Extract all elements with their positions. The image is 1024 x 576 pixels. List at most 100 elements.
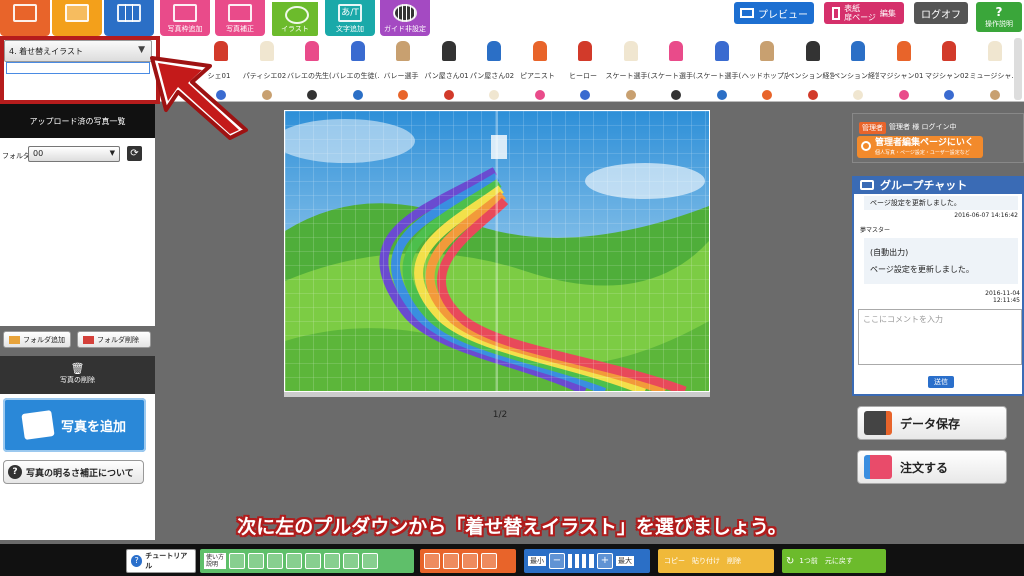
illustration-thumbnail xyxy=(944,90,954,100)
illustration-item[interactable]: マジシャン01 xyxy=(879,36,925,102)
phone-icon xyxy=(832,6,841,20)
delete-folder-button[interactable]: フォルダ削除 xyxy=(77,331,151,348)
illustration-item[interactable]: マジシャン02 xyxy=(924,36,970,102)
refresh-icon[interactable]: ⟳ xyxy=(127,146,142,161)
illustration-item[interactable]: パン屋さん01 xyxy=(424,36,470,102)
text-icon: あ/T xyxy=(338,4,362,22)
folder-add-icon xyxy=(9,335,20,344)
tutorial-button[interactable]: ? チュートリアル xyxy=(126,549,196,573)
illustration-thumbnail xyxy=(989,90,1000,100)
illustration-item[interactable]: ペンション経営… xyxy=(788,36,834,102)
align-center-icon[interactable] xyxy=(248,553,265,569)
tab-illustration[interactable]: イラスト xyxy=(270,0,320,38)
canvas-scrollbar[interactable] xyxy=(284,392,710,397)
tab-add-text[interactable]: あ/T 文字追加 xyxy=(325,0,375,36)
redo-button[interactable]: 元に戻す xyxy=(823,556,855,566)
category-dropdown[interactable]: 4. 着せ替えイラスト ▼ xyxy=(4,40,152,62)
page-indicator: 1/2 xyxy=(492,410,508,420)
illustration-name: マジシャン01 xyxy=(879,72,924,80)
help-button[interactable]: ? 操作説明 xyxy=(976,2,1022,32)
illustration-thumbnail xyxy=(396,41,410,61)
tab-guide-off[interactable]: ガイド非設定 xyxy=(380,0,430,36)
illustration-item[interactable]: ペンション経営… xyxy=(833,36,879,102)
illustration-name: スケート選手(… xyxy=(605,72,652,80)
tab-background[interactable] xyxy=(52,0,102,36)
illustration-item[interactable]: バレー選手 xyxy=(378,36,424,102)
illustration-item[interactable]: ミュージシャ… xyxy=(970,36,1016,102)
illustration-item[interactable]: ヒーロー xyxy=(560,36,606,102)
illustration-item[interactable]: パン屋さん02 xyxy=(469,36,515,102)
brightness-info-button[interactable]: ? 写真の明るさ補正について xyxy=(3,460,144,484)
palette-scrollbar[interactable] xyxy=(1014,38,1022,100)
forward-icon[interactable] xyxy=(443,553,459,569)
illustration-name: パン屋さん02 xyxy=(469,72,515,80)
delete-photo-button[interactable]: 🗑 写真の削除 xyxy=(0,356,155,394)
folder-select[interactable]: 00 ▼ xyxy=(28,146,120,162)
save-data-button[interactable]: データ保存 xyxy=(857,406,1007,440)
chat-header: グループチャット xyxy=(854,176,1022,194)
zoom-in-icon[interactable]: + xyxy=(597,553,613,569)
illustration-thumbnail xyxy=(487,41,501,61)
copy-button[interactable]: コピー xyxy=(662,556,687,566)
history-tools: ↻ 1つ前 元に戻す xyxy=(782,549,886,573)
background-icon xyxy=(65,4,89,22)
chevron-down-icon: ▼ xyxy=(109,149,115,157)
add-photo-button[interactable]: 写真を追加 xyxy=(3,398,146,452)
order-button[interactable]: 注文する xyxy=(857,450,1007,484)
illustration-thumbnail xyxy=(942,41,956,61)
page-canvas[interactable] xyxy=(284,110,710,392)
help-icon: ? xyxy=(8,465,22,479)
save-icon xyxy=(864,411,892,435)
align-left-icon[interactable] xyxy=(229,553,246,569)
tab-grid[interactable] xyxy=(104,0,154,36)
illustration-item[interactable]: ヘッドホップ店員 xyxy=(742,36,788,102)
illustration-item[interactable]: バレエの生徒(… xyxy=(333,36,379,102)
align-middle-icon[interactable] xyxy=(305,553,322,569)
tab-layout[interactable] xyxy=(0,0,50,36)
zoom-out-icon[interactable]: − xyxy=(549,553,565,569)
howto-button[interactable]: 使い方 説明 xyxy=(204,553,227,569)
preview-button[interactable]: プレビュー xyxy=(734,2,814,24)
bring-front-icon[interactable] xyxy=(424,553,440,569)
illustration-item[interactable]: ピアニスト xyxy=(515,36,561,102)
align-right-icon[interactable] xyxy=(267,553,284,569)
tutorial-caption: 次に左のプルダウンから「着せ替えイラスト」を選びましょう。 xyxy=(237,516,787,538)
delete-button[interactable]: 削除 xyxy=(725,556,743,566)
align-bottom-icon[interactable] xyxy=(324,553,341,569)
add-folder-button[interactable]: フォルダ追加 xyxy=(3,331,71,348)
illustration-thumbnail xyxy=(805,41,820,61)
backward-icon[interactable] xyxy=(462,553,478,569)
tab-photo-correct[interactable]: 写真補正 xyxy=(215,0,265,36)
send-back-icon[interactable] xyxy=(481,553,497,569)
rainbow-road-image xyxy=(285,111,709,391)
tab-add-photo-frame[interactable]: 写真枠追加 xyxy=(160,0,210,36)
illustration-name: バレー選手 xyxy=(383,72,419,80)
zoom-max-button[interactable]: 最大 xyxy=(616,556,634,566)
logout-button[interactable]: ログオフ xyxy=(914,2,968,24)
cover-page-edit-button[interactable]: 表紙 扉ページ 編集 xyxy=(824,2,904,24)
send-button[interactable]: 送信 xyxy=(928,376,954,388)
layout-icon xyxy=(13,4,37,22)
illustration-item[interactable]: スケート選手(… xyxy=(606,36,652,102)
order-icon xyxy=(864,455,892,479)
distribute-icon[interactable] xyxy=(343,553,360,569)
wrench-icon xyxy=(861,141,871,151)
chat-timestamp: 2016-11-04 12:11:45 xyxy=(985,290,1020,304)
illustration-name: ヘッドホップ店員 xyxy=(742,72,788,80)
illustration-item[interactable]: スケート選手(… xyxy=(697,36,743,102)
undo-button[interactable]: 1つ前 xyxy=(797,556,819,566)
zoom-min-button[interactable]: 最小 xyxy=(528,556,546,566)
category-input[interactable] xyxy=(6,62,150,74)
illustration-thumbnail xyxy=(578,41,592,61)
distribute-v-icon[interactable] xyxy=(362,553,379,569)
zoom-tools: 最小 − + 最大 xyxy=(524,549,650,573)
paste-button[interactable]: 貼り付け xyxy=(690,556,722,566)
login-status: 管理者 様 ログイン中 xyxy=(889,123,957,131)
admin-edit-link[interactable]: 管理者編集ページにいく 個人写真・ページ設定・ユーザー設定など xyxy=(857,136,983,158)
comment-input[interactable]: ここにコメントを入力 xyxy=(858,309,1022,365)
illustration-name: スケート選手(… xyxy=(651,72,697,80)
illustration-thumbnail xyxy=(307,90,317,100)
illustration-item[interactable]: バレエの先生(… xyxy=(287,36,333,102)
align-top-icon[interactable] xyxy=(286,553,303,569)
illustration-item[interactable]: スケート選手(… xyxy=(651,36,697,102)
